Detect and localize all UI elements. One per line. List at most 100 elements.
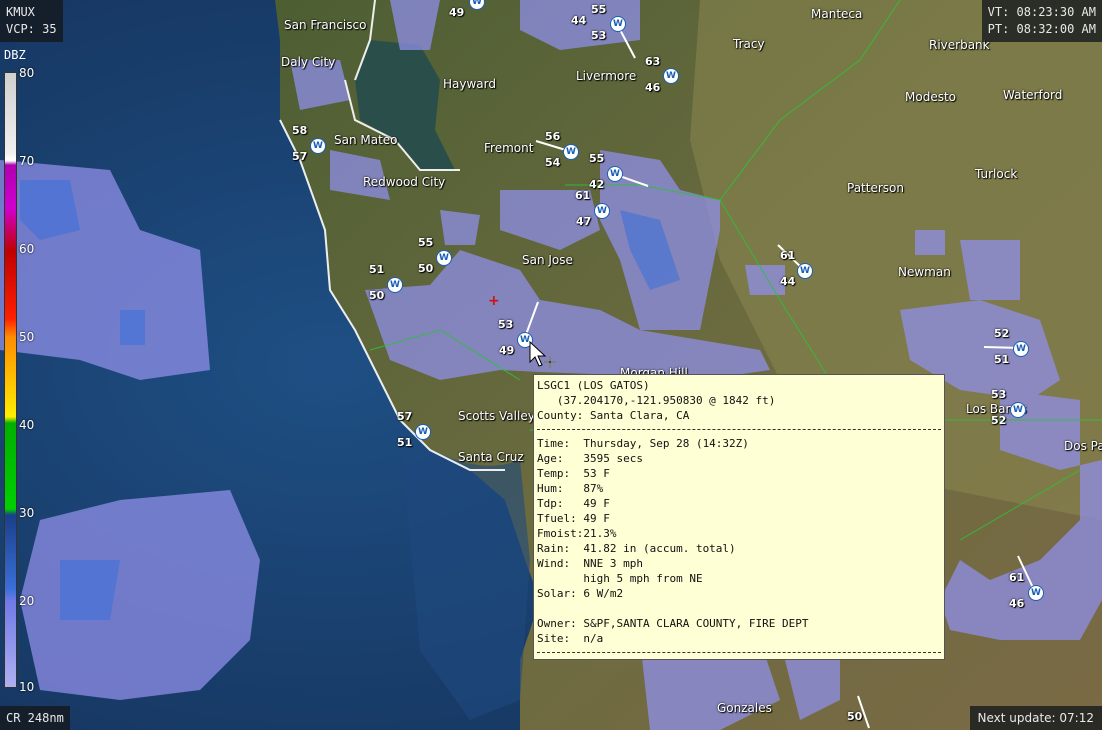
popup-age: Age: 3595 secs	[537, 452, 643, 465]
station-value: 61	[1009, 571, 1025, 584]
popup-spacer	[537, 601, 941, 616]
popup-temp: Temp: 53 F	[537, 467, 610, 480]
valid-time: VT: 08:23:30 AM	[987, 5, 1096, 19]
city-label: San Jose	[522, 253, 573, 267]
station-marker[interactable]: W	[610, 16, 626, 32]
popup-station: LSGC1 (LOS GATOS)	[537, 379, 650, 392]
city-label: Redwood City	[363, 175, 446, 189]
station-value: 55	[591, 3, 607, 16]
station-popup: LSGC1 (LOS GATOS) (37.204170,-121.950830…	[533, 374, 945, 660]
popup-hum: Hum: 87%	[537, 482, 604, 495]
station-value: 49	[499, 344, 515, 357]
station-value: 57	[397, 410, 413, 423]
popup-solar: Solar: 6 W/m2	[537, 587, 624, 600]
station-value: 57	[292, 150, 308, 163]
city-label: Modesto	[905, 90, 956, 104]
station-value: 50	[847, 710, 863, 723]
popup-time: Time: Thursday, Sep 28 (14:32Z)	[537, 437, 749, 450]
legend-tick: 70	[19, 154, 35, 168]
station-marker[interactable]: W	[797, 263, 813, 279]
legend-tick: 10	[19, 680, 35, 694]
station-marker[interactable]: W	[1010, 402, 1026, 418]
station-value: 63	[645, 55, 661, 68]
popup-divider	[537, 429, 941, 430]
station-value: 42	[589, 178, 605, 191]
station-marker[interactable]: W	[310, 138, 326, 154]
station-value: 53	[591, 29, 607, 42]
popup-tdp: Tdp: 49 F	[537, 497, 610, 510]
svg-text:+: +	[488, 293, 500, 309]
city-label: Patterson	[847, 181, 904, 195]
station-marker[interactable]: W	[563, 144, 579, 160]
station-value: 47	[576, 215, 592, 228]
vcp-mode: VCP: 35	[6, 22, 57, 36]
station-marker[interactable]: W	[436, 250, 452, 266]
station-value: 56	[545, 130, 561, 143]
station-value: 50	[369, 289, 385, 302]
station-value: 46	[1009, 597, 1025, 610]
popup-coords: (37.204170,-121.950830 @ 1842 ft)	[537, 394, 776, 407]
popup-county: County: Santa Clara, CA	[537, 409, 690, 422]
city-label: Fremont	[484, 141, 534, 155]
station-value: 52	[991, 414, 1007, 427]
legend-tick: 40	[19, 418, 35, 432]
range-info: CR 248nm	[0, 706, 70, 730]
city-label: Gonzales	[717, 701, 772, 715]
station-value: 50	[418, 262, 434, 275]
station-value: 58	[292, 124, 308, 137]
station-marker[interactable]: W	[594, 203, 610, 219]
station-value: 61	[575, 189, 591, 202]
legend-color-bar	[4, 72, 17, 688]
radar-site-info: KMUX VCP: 35	[0, 0, 63, 42]
dbz-legend: DBZ 80 70 60 50 40 30 20 10	[0, 44, 40, 694]
mouse-cursor-icon	[529, 340, 556, 368]
city-label: Manteca	[811, 7, 863, 21]
station-marker[interactable]: W	[663, 68, 679, 84]
legend-tick: 20	[19, 594, 35, 608]
city-label: Scotts Valley	[458, 409, 535, 423]
city-label: Livermore	[576, 69, 637, 83]
station-value: 49	[449, 6, 465, 19]
radar-site: KMUX	[6, 5, 35, 19]
station-value: 55	[589, 152, 605, 165]
city-label: San Francisco	[284, 18, 367, 32]
time-info: VT: 08:23:30 AM PT: 08:32:00 AM	[981, 0, 1102, 42]
city-label: Tracy	[733, 37, 765, 51]
city-label: Hayward	[443, 77, 496, 91]
popup-wind: Wind: NNE 3 mph	[537, 557, 643, 570]
city-label: Newman	[898, 265, 951, 279]
station-value: 53	[498, 318, 514, 331]
popup-fmoist: Fmoist:21.3%	[537, 527, 617, 540]
popup-site: Site: n/a	[537, 632, 604, 645]
station-marker[interactable]: W	[415, 424, 431, 440]
station-value: 61	[780, 249, 796, 262]
legend-title: DBZ	[4, 48, 26, 62]
city-label: San Mateo	[334, 133, 398, 147]
station-marker[interactable]: W	[607, 166, 623, 182]
station-marker[interactable]: W	[387, 277, 403, 293]
station-value: 44	[571, 14, 587, 27]
legend-tick: 80	[19, 66, 35, 80]
station-value: 55	[418, 236, 434, 249]
city-label: Turlock	[975, 167, 1018, 181]
city-label: Waterford	[1003, 88, 1063, 102]
popup-rain: Rain: 41.82 in (accum. total)	[537, 542, 736, 555]
station-value: 46	[645, 81, 661, 94]
station-value: 51	[369, 263, 385, 276]
station-value: 51	[397, 436, 413, 449]
city-label: Santa Cruz	[458, 450, 524, 464]
station-value: 51	[994, 353, 1010, 366]
popup-wind-gust: high 5 mph from NE	[537, 572, 703, 585]
station-value: 53	[991, 388, 1007, 401]
legend-tick: 60	[19, 242, 35, 256]
station-value: 44	[780, 275, 796, 288]
popup-owner: Owner: S&PF,SANTA CLARA COUNTY, FIRE DEP…	[537, 617, 809, 630]
processed-time: PT: 08:32:00 AM	[987, 22, 1096, 36]
next-update: Next update: 07:12	[969, 706, 1102, 730]
station-marker[interactable]: W	[1013, 341, 1029, 357]
city-label: Riverbank	[929, 38, 990, 52]
station-marker[interactable]: W	[1028, 585, 1044, 601]
station-value: 52	[994, 327, 1010, 340]
city-label: Daly City	[281, 55, 336, 69]
popup-tfuel: Tfuel: 49 F	[537, 512, 610, 525]
